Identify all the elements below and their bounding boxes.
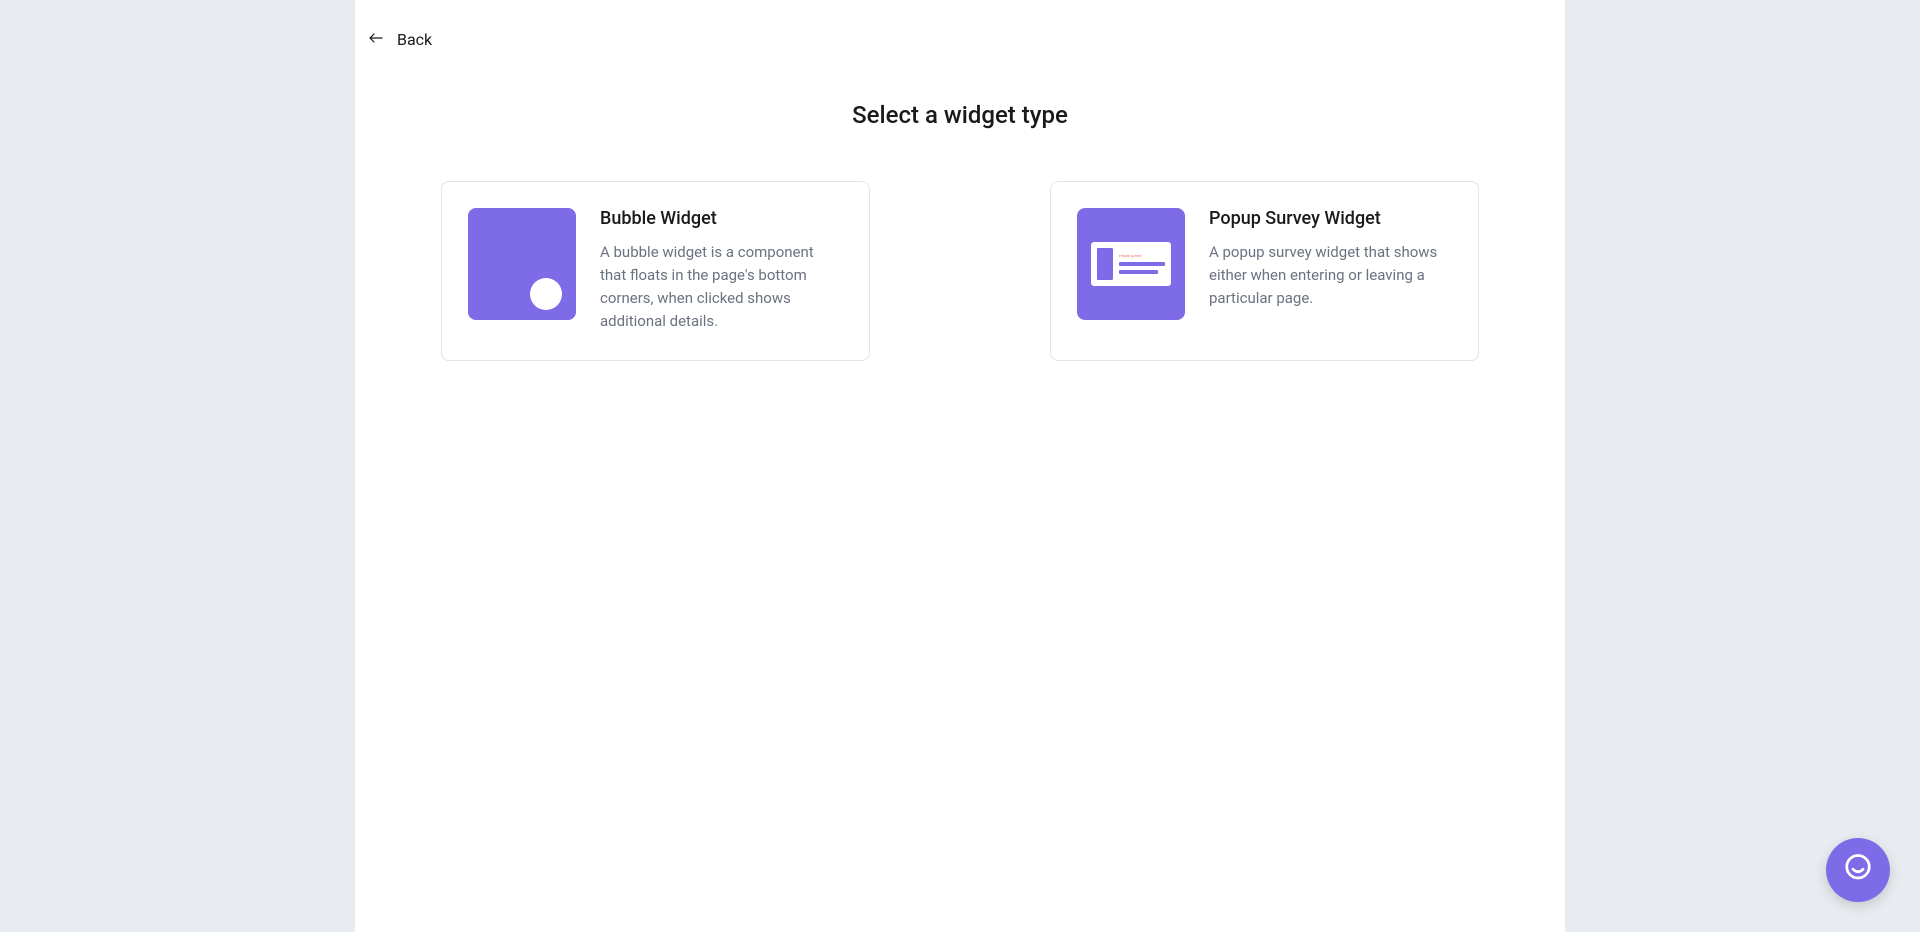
chat-button[interactable] — [1826, 838, 1890, 902]
widget-cards-container: Bubble Widget A bubble widget is a compo… — [355, 181, 1565, 361]
page-title: Select a widget type — [355, 101, 1565, 129]
popup-line-preview — [1119, 262, 1165, 266]
back-button[interactable]: Back — [369, 30, 432, 49]
widget-description: A popup survey widget that shows either … — [1209, 241, 1452, 311]
widget-info: Popup Survey Widget A popup survey widge… — [1209, 208, 1452, 334]
back-label: Back — [397, 30, 432, 49]
popup-content-preview: Heading text — [1119, 248, 1165, 280]
popup-heading-preview: Heading text — [1119, 254, 1165, 258]
bubble-widget-card[interactable]: Bubble Widget A bubble widget is a compo… — [441, 181, 870, 361]
popup-sidebar-preview — [1097, 248, 1113, 280]
widget-title: Bubble Widget — [600, 208, 843, 229]
bubble-widget-icon — [468, 208, 576, 320]
bubble-circle-icon — [530, 278, 562, 310]
popup-line-preview — [1119, 270, 1158, 274]
widget-info: Bubble Widget A bubble widget is a compo… — [600, 208, 843, 334]
popup-window-preview: Heading text — [1091, 242, 1171, 286]
widget-description: A bubble widget is a component that floa… — [600, 241, 843, 334]
chat-icon — [1843, 853, 1873, 887]
popup-survey-widget-card[interactable]: Heading text Popup Survey Widget A popup… — [1050, 181, 1479, 361]
arrow-left-icon — [369, 31, 383, 47]
popup-survey-widget-icon: Heading text — [1077, 208, 1185, 320]
main-panel: Back Select a widget type Bubble Widget … — [355, 0, 1565, 932]
widget-title: Popup Survey Widget — [1209, 208, 1452, 229]
